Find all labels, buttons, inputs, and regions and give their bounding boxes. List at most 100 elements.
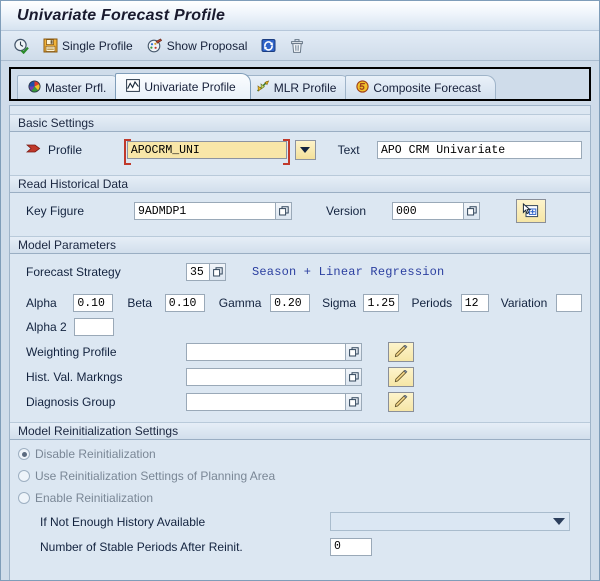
proposal-palette-icon [147,38,163,54]
weighting-profile-label: Weighting Profile [26,344,117,359]
tab-composite-forecast[interactable]: Composite Forecast [345,75,496,99]
key-figure-label: Key Figure [26,204,85,218]
group-title: Model Parameters [18,238,117,252]
execute-clock-icon [13,38,29,54]
profile-label: Profile [48,143,83,157]
group-header: Model Reinitialization Settings [10,422,590,440]
stable-periods-label: Number of Stable Periods After Reinit. [40,539,243,554]
application-toolbar: Single Profile Show Proposal [1,31,599,61]
show-proposal-label: Show Proposal [166,38,248,53]
radio-enable-reinitialization[interactable]: Enable Reinitialization [18,487,582,509]
diagnosis-group-input[interactable] [186,392,346,411]
gamma-input[interactable] [270,294,311,312]
weighting-profile-input[interactable] [186,342,346,361]
pencil-edit-icon [394,369,408,382]
diagnosis-group-f4-button[interactable] [346,392,362,411]
radio-disable-reinitialization[interactable]: Disable Reinitialization [18,443,582,465]
tab-label: MLR Profile [273,80,337,95]
variation-label: Variation [500,296,548,310]
group-model-reinitialization: Model Reinitialization Settings Disable … [10,422,590,559]
sigma-input[interactable] [363,294,400,312]
tab-label: Master Prfl. [45,80,107,95]
periods-label: Periods [411,296,453,310]
tab-strip: Master Prfl. Univariate Profile MLR Prof… [11,69,589,99]
hist-val-markings-input[interactable] [186,367,346,386]
single-profile-label: Single Profile [62,38,133,53]
line-chart-icon [126,78,141,95]
version-label: Version [326,204,367,218]
single-profile-button[interactable]: Single Profile [41,35,135,57]
select-add-button[interactable] [516,199,546,223]
group-header: Read Historical Data [10,175,590,193]
forecast-strategy-text: Season + Linear Regression [252,265,445,279]
alpha-label: Alpha [26,296,57,310]
select-add-icon [522,203,539,218]
radio-button-icon [18,492,30,504]
f4-help-icon [348,346,359,356]
group-read-historical-data: Read Historical Data Key Figure Version [10,175,590,230]
trash-icon [290,38,304,54]
variation-input[interactable] [555,294,582,312]
version-input[interactable] [392,202,464,220]
execute-button[interactable] [11,35,31,57]
sap-window: Univariate Forecast Profile Single Profi… [0,0,600,581]
alpha2-input[interactable] [74,318,114,336]
delete-button[interactable] [288,35,306,57]
text-label: Text [337,143,360,157]
radio-use-planning-area-settings[interactable]: Use Reinitialization Settings of Plannin… [18,465,582,487]
version-f4-button[interactable] [464,202,480,220]
group-basic-settings: Basic Settings Profile APOCRM_UNI Text A… [10,114,590,169]
tab-master-prfl[interactable]: Master Prfl. [17,75,122,99]
diagnosis-group-edit-button[interactable] [388,391,414,412]
key-figure-input[interactable] [134,202,276,220]
beta-label: Beta [127,296,153,310]
weighting-profile-edit-button[interactable] [388,341,414,362]
periods-input[interactable] [460,294,489,312]
f4-help-icon [212,267,223,277]
diagnosis-group-label: Diagnosis Group [26,394,116,409]
group-title: Basic Settings [18,116,95,130]
key-figure-f4-button[interactable] [276,202,292,220]
radio-button-icon [18,448,30,460]
radio-label: Use Reinitialization Settings of Plannin… [35,469,276,483]
group-header: Basic Settings [10,114,590,132]
tab-mlr-profile[interactable]: MLR Profile [244,75,352,99]
group-header: Model Parameters [10,236,590,254]
tab-content-univariate-profile: Basic Settings Profile APOCRM_UNI Text A… [9,105,591,580]
forecast-strategy-label: Forecast Strategy [26,265,121,279]
page-title: Univariate Forecast Profile [17,6,226,24]
required-arrow-icon [25,143,42,157]
f4-help-icon [278,206,289,216]
if-not-enough-history-label: If Not Enough History Available [40,514,206,529]
beta-input[interactable] [164,294,205,312]
radio-label: Disable Reinitialization [35,447,156,461]
hist-val-markings-f4-button[interactable] [346,367,362,386]
stable-periods-input[interactable] [330,537,372,556]
radio-button-icon [18,470,30,482]
save-floppy-icon [43,38,58,53]
f4-help-icon [348,396,359,406]
alpha-input[interactable] [73,294,114,312]
chevron-down-icon [300,147,311,153]
chevron-down-icon [553,518,565,525]
regression-icon [256,79,270,96]
show-proposal-button[interactable]: Show Proposal [145,35,250,57]
pencil-edit-icon [394,394,408,407]
forecast-strategy-f4-button[interactable] [210,263,226,281]
sigma-label: Sigma [322,296,357,310]
if-not-enough-history-select[interactable] [330,512,570,531]
weighting-profile-f4-button[interactable] [346,342,362,361]
profile-input[interactable] [126,141,287,159]
hist-val-markings-edit-button[interactable] [388,366,414,387]
color-wheel-icon [28,79,41,96]
profile-dropdown-button[interactable] [294,140,316,160]
forecast-strategy-input[interactable] [186,263,210,281]
f4-help-icon [466,206,477,216]
tab-univariate-profile[interactable]: Univariate Profile [115,73,251,99]
text-input[interactable] [376,141,582,159]
gamma-label: Gamma [218,296,262,310]
profile-field-wrapper [123,139,290,165]
composite-circle-icon [356,79,370,96]
refresh-button[interactable] [259,35,278,57]
f4-help-icon [348,371,359,381]
